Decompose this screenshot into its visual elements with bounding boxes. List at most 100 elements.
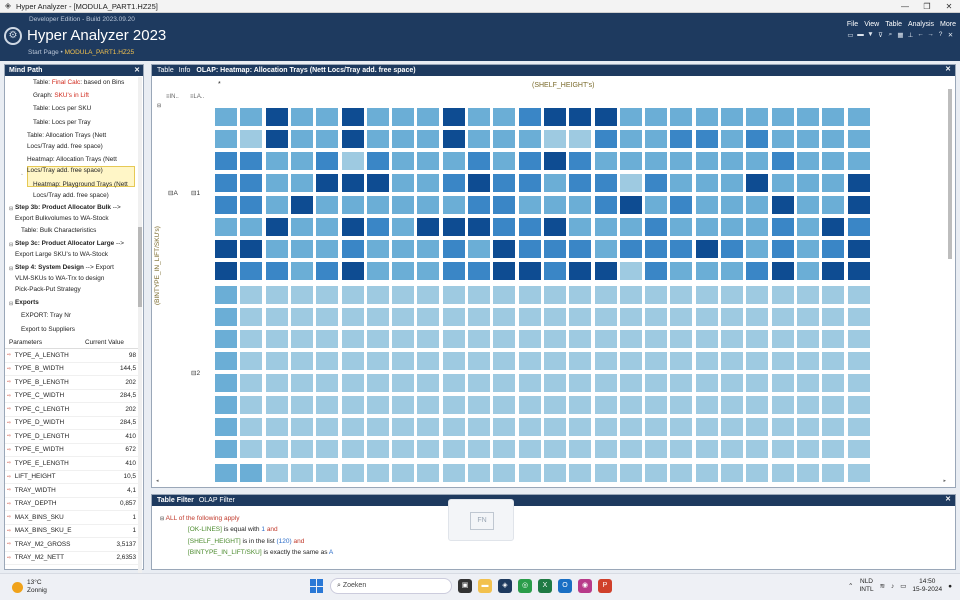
heatmap-cell[interactable] xyxy=(517,439,542,459)
heatmap-cell[interactable] xyxy=(821,439,846,459)
parameter-value[interactable]: 10,5 xyxy=(104,473,139,480)
heatmap-cell[interactable] xyxy=(315,395,340,415)
heatmap-cell[interactable] xyxy=(593,261,618,281)
heatmap-cell[interactable] xyxy=(669,151,694,171)
heatmap-cell[interactable] xyxy=(315,195,340,215)
heatmap-cell[interactable] xyxy=(720,239,744,259)
heatmap-cell[interactable] xyxy=(441,173,466,193)
heatmap-cell[interactable] xyxy=(593,217,618,237)
hyper-analyzer-icon[interactable]: ◈ xyxy=(498,579,512,593)
mind-path-item[interactable]: Heatmap: Allocation Trays (Nett xyxy=(27,156,117,164)
heatmap-cell[interactable] xyxy=(214,417,238,437)
heatmap-cell[interactable] xyxy=(618,373,643,393)
heatmap-cell[interactable] xyxy=(365,395,390,415)
heatmap-cell[interactable] xyxy=(289,195,314,215)
heatmap-cell[interactable] xyxy=(694,417,719,437)
heatmap-cell[interactable] xyxy=(239,439,264,459)
heatmap-cell[interactable] xyxy=(467,261,491,281)
heatmap-cell[interactable] xyxy=(618,417,643,437)
parameter-row[interactable]: ⇨ TRAY_DEPTH 0,857 xyxy=(5,498,139,511)
heatmap-cell[interactable] xyxy=(441,129,466,149)
heatmap-cell[interactable] xyxy=(416,307,441,327)
heatmap-cell[interactable] xyxy=(391,239,416,259)
heatmap-cell[interactable] xyxy=(618,195,643,215)
parameter-value[interactable]: 284,5 xyxy=(104,392,139,399)
heatmap-cell[interactable] xyxy=(517,329,542,349)
heatmap-cell[interactable] xyxy=(770,195,795,215)
heatmap-cell[interactable] xyxy=(340,173,365,193)
heatmap-cell[interactable] xyxy=(315,217,340,237)
heatmap-cell[interactable] xyxy=(239,417,264,437)
heatmap-cell[interactable] xyxy=(492,217,517,237)
parameter-value[interactable]: 410 xyxy=(104,433,139,440)
heatmap-cell[interactable] xyxy=(795,195,820,215)
heatmap-cell[interactable] xyxy=(846,285,871,305)
heatmap-cell[interactable] xyxy=(289,129,314,149)
filter-condition[interactable]: [SHELF_HEIGHT] is in the list (120) and xyxy=(188,538,304,545)
heatmap-cell[interactable] xyxy=(441,107,466,127)
heatmap-cell[interactable] xyxy=(467,151,491,171)
heatmap-cell[interactable] xyxy=(720,351,744,371)
heatmap-cell[interactable] xyxy=(745,351,770,371)
heatmap-cell[interactable] xyxy=(365,439,390,459)
heatmap-cell[interactable] xyxy=(745,107,770,127)
powerpoint-icon[interactable]: P xyxy=(598,579,612,593)
menu-view[interactable]: View xyxy=(864,21,879,28)
heatmap-cell[interactable] xyxy=(239,151,264,171)
heatmap-cell[interactable] xyxy=(694,217,719,237)
heatmap-cell[interactable] xyxy=(467,239,491,259)
restore-button[interactable]: ❐ xyxy=(916,0,938,13)
heatmap-cell[interactable] xyxy=(542,173,567,193)
heatmap-cell[interactable] xyxy=(315,307,340,327)
heatmap-cell[interactable] xyxy=(745,173,770,193)
heatmap-cell[interactable] xyxy=(542,217,567,237)
heatmap-cell[interactable] xyxy=(391,151,416,171)
heatmap-cell[interactable] xyxy=(239,329,264,349)
heatmap-cell[interactable] xyxy=(492,173,517,193)
parameter-row[interactable]: ⇨ MAX_BINS_SKU_E 1 xyxy=(5,525,139,538)
breadcrumb-start[interactable]: Start Page xyxy=(28,49,59,56)
heatmap-cell[interactable] xyxy=(492,329,517,349)
filter-operator[interactable]: is in the list xyxy=(243,538,275,545)
heatmap-cell[interactable] xyxy=(214,373,238,393)
heatmap-cell[interactable] xyxy=(239,261,264,281)
heatmap-cell[interactable] xyxy=(365,217,390,237)
parameter-row[interactable]: ⇨ TYPE_E_WIDTH 672 xyxy=(5,444,139,457)
parameter-value[interactable]: 410 xyxy=(104,460,139,467)
parameter-value[interactable]: 144,5 xyxy=(104,365,139,372)
heatmap-cell[interactable] xyxy=(391,439,416,459)
heatmap-cell[interactable] xyxy=(214,307,238,327)
mind-path-item[interactable]: Heatmap: Playground Trays (Nett xyxy=(33,181,128,189)
heatmap-cell[interactable] xyxy=(441,373,466,393)
heatmap-cell[interactable] xyxy=(821,395,846,415)
heatmap-cell[interactable] xyxy=(821,285,846,305)
horizontal-scrollbar[interactable]: ◂ ▸ xyxy=(156,478,946,485)
heatmap-cell[interactable] xyxy=(264,173,289,193)
heatmap-cell[interactable] xyxy=(416,195,441,215)
heatmap-cell[interactable] xyxy=(214,261,238,281)
battery-icon[interactable]: ▭ xyxy=(900,582,906,590)
heatmap-cell[interactable] xyxy=(467,195,491,215)
heatmap-cell[interactable] xyxy=(340,129,365,149)
search-icon[interactable]: ⌕ xyxy=(887,31,894,39)
heatmap-cell[interactable] xyxy=(846,395,871,415)
field-chip-la[interactable]: ≡LA.. xyxy=(190,94,204,100)
heatmap-cell[interactable] xyxy=(745,217,770,237)
heatmap-cell[interactable] xyxy=(568,373,593,393)
heatmap-cell[interactable] xyxy=(340,395,365,415)
heatmap-cell[interactable] xyxy=(391,195,416,215)
parameter-row[interactable]: ⇨ MAX_BINS_SKU 1 xyxy=(5,511,139,525)
heatmap-cell[interactable] xyxy=(568,173,593,193)
parameter-value[interactable]: 284,5 xyxy=(104,419,139,426)
heatmap-cell[interactable] xyxy=(745,417,770,437)
heatmap-cell[interactable] xyxy=(694,261,719,281)
heatmap-cell[interactable] xyxy=(289,395,314,415)
heatmap-cell[interactable] xyxy=(467,285,491,305)
grid-icon[interactable]: ▦ xyxy=(897,31,904,39)
chevron-up-icon[interactable]: ⌃ xyxy=(848,582,853,590)
heatmap-cell[interactable] xyxy=(492,417,517,437)
heatmap-cell[interactable] xyxy=(770,439,795,459)
heatmap-cell[interactable] xyxy=(517,107,542,127)
heatmap-cell[interactable] xyxy=(416,329,441,349)
heatmap-cell[interactable] xyxy=(467,129,491,149)
